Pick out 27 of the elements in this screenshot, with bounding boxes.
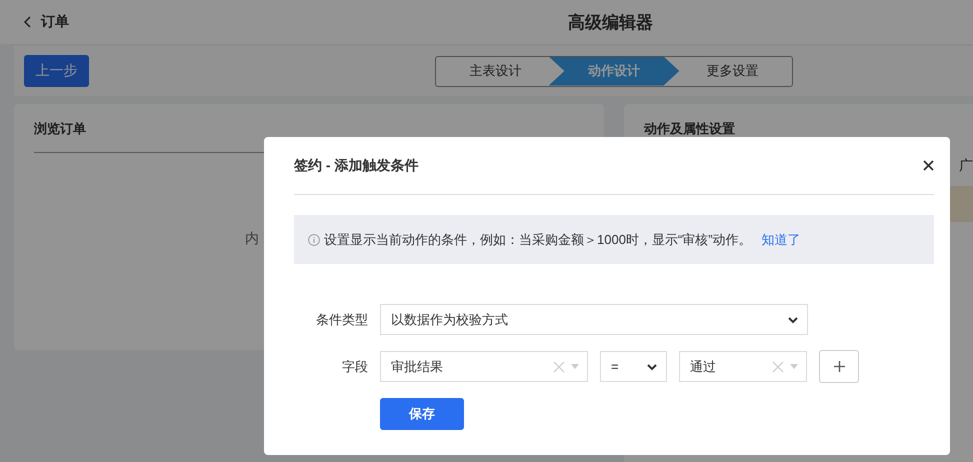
clear-icon[interactable]	[772, 360, 784, 372]
notice-text: 设置显示当前动作的条件，例如：当采购金额＞1000时，显示“审核”动作。	[324, 230, 752, 248]
caret-icon	[790, 364, 798, 369]
dismiss-link[interactable]: 知道了	[762, 230, 801, 248]
condition-type-dropdown[interactable]: 以数据作为校验方式	[380, 304, 808, 335]
field-dropdown[interactable]: 审批结果	[380, 351, 588, 382]
back-link[interactable]: 订单	[41, 13, 69, 31]
caret-icon	[571, 364, 579, 369]
empty-text: 内	[245, 230, 259, 248]
chevron-icon	[646, 362, 658, 372]
page-title: 高级编辑器	[568, 12, 653, 34]
column-text: 广	[959, 157, 973, 175]
close-icon[interactable]	[923, 160, 934, 171]
dialog-title: 签约 - 添加触发条件	[294, 156, 418, 174]
plus-icon	[834, 361, 844, 372]
save-button[interactable]: 保存	[380, 398, 464, 430]
value-dropdown[interactable]: 通过	[679, 351, 807, 382]
clear-icon[interactable]	[553, 360, 565, 372]
operator-dropdown[interactable]: =	[600, 351, 667, 382]
add-button[interactable]	[819, 350, 859, 383]
field-label: 字段	[341, 358, 368, 376]
panel-title: 动作及属性设置	[644, 120, 736, 138]
info-icon	[308, 234, 320, 246]
previous-button[interactable]: 上一步	[24, 55, 89, 87]
field-label: 条件类型	[315, 310, 368, 328]
back-icon[interactable]	[24, 16, 31, 28]
chevron-icon	[787, 314, 799, 324]
